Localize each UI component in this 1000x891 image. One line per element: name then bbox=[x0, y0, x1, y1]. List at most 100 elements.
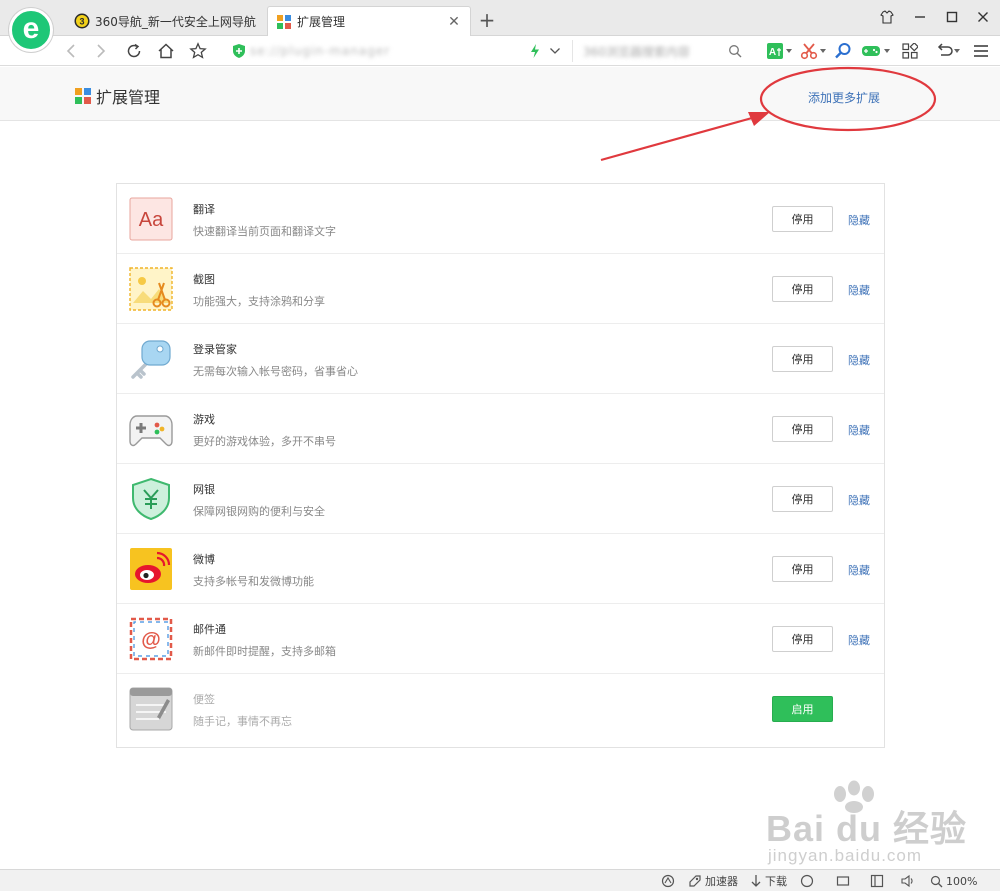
volume-icon[interactable] bbox=[900, 873, 919, 889]
extension-row-weibo: 微博 支持多帐号和发微博功能 停用 隐藏 bbox=[117, 534, 884, 604]
disable-button[interactable]: 停用 bbox=[772, 556, 833, 582]
translate-tool-icon[interactable]: A bbox=[764, 41, 786, 61]
key-icon bbox=[131, 340, 171, 379]
hide-link[interactable]: 隐藏 bbox=[848, 562, 870, 578]
browser-logo-letter: e bbox=[22, 11, 40, 45]
hide-link[interactable]: 隐藏 bbox=[848, 492, 870, 508]
hide-link[interactable]: 隐藏 bbox=[848, 632, 870, 648]
annotation-arrow-line bbox=[600, 116, 753, 162]
url-text: se://plugin-manager bbox=[250, 44, 391, 58]
back-icon[interactable] bbox=[59, 39, 83, 63]
hide-link[interactable]: 隐藏 bbox=[848, 352, 870, 368]
search-box[interactable]: 360浏览器搜索内容 bbox=[572, 40, 748, 62]
enable-button[interactable]: 启用 bbox=[772, 696, 833, 722]
gamepad-tool-icon[interactable] bbox=[860, 41, 882, 61]
extension-name: 游戏 bbox=[193, 413, 215, 426]
minimize-icon[interactable] bbox=[905, 4, 935, 30]
watermark-main-text: Bai du 经验 bbox=[766, 808, 968, 849]
menu-icon[interactable] bbox=[970, 41, 992, 61]
extension-name: 微博 bbox=[193, 553, 215, 566]
extensions-grid-icon[interactable] bbox=[899, 41, 921, 61]
disable-button[interactable]: 停用 bbox=[772, 626, 833, 652]
search-text: 360浏览器搜索内容 bbox=[583, 44, 690, 59]
tab-extension-manager[interactable]: 扩展管理 ✕ bbox=[267, 6, 471, 36]
extension-name: 邮件通 bbox=[193, 623, 226, 636]
address-bar[interactable]: se://plugin-manager bbox=[224, 40, 564, 62]
extension-row-screenshot: 截图 功能强大，支持涂鸦和分享 停用 隐藏 bbox=[117, 254, 884, 324]
paw-logo-icon bbox=[834, 780, 874, 813]
svg-text:3: 3 bbox=[79, 17, 84, 27]
chevron-down-icon[interactable] bbox=[784, 41, 794, 61]
tab-bar: 3 360导航_新一代安全上网导航 扩展管理 ✕ + bbox=[0, 0, 1000, 36]
extension-name: 截图 bbox=[193, 273, 215, 286]
download-button[interactable]: 下载 bbox=[750, 873, 787, 889]
360-nav-favicon-icon: 3 bbox=[74, 13, 90, 29]
ie-mode-icon[interactable] bbox=[800, 873, 817, 889]
camera-icon[interactable] bbox=[836, 873, 853, 889]
forward-icon[interactable] bbox=[89, 39, 113, 63]
window-layout-icon[interactable] bbox=[870, 873, 887, 889]
extension-row-online-banking: 网银 保障网银网购的便利与安全 停用 隐藏 bbox=[117, 464, 884, 534]
scissors-screenshot-icon[interactable] bbox=[798, 41, 820, 61]
zoom-control[interactable]: 100% bbox=[930, 873, 977, 889]
chevron-down-icon[interactable] bbox=[882, 41, 892, 61]
extension-row-sticky-note: 便签 随手记，事情不再忘 启用 bbox=[117, 674, 884, 744]
disable-button[interactable]: 停用 bbox=[772, 276, 833, 302]
refresh-icon[interactable] bbox=[122, 39, 146, 63]
extension-row-game: 游戏 更好的游戏体验，多开不串号 停用 隐藏 bbox=[117, 394, 884, 464]
extension-row-login-manager: 登录管家 无需每次输入帐号密码，省事省心 停用 隐藏 bbox=[117, 324, 884, 394]
lightning-accelerate-icon[interactable] bbox=[524, 41, 546, 61]
chevron-down-icon[interactable] bbox=[952, 41, 962, 61]
tab-title: 扩展管理 bbox=[297, 15, 346, 29]
chevron-down-icon[interactable] bbox=[818, 41, 828, 61]
home-icon[interactable] bbox=[154, 39, 178, 63]
extension-description: 新邮件即时提醒，支持多邮箱 bbox=[193, 645, 336, 658]
tab-close-icon[interactable]: ✕ bbox=[446, 14, 462, 30]
chevron-down-icon[interactable] bbox=[544, 41, 566, 61]
hide-link[interactable]: 隐藏 bbox=[848, 422, 870, 438]
hide-link[interactable]: 隐藏 bbox=[848, 212, 870, 228]
tab-title: 360导航_新一代安全上网导航 bbox=[95, 14, 256, 29]
close-window-icon[interactable] bbox=[968, 4, 998, 30]
page-title-group: 扩展管理 bbox=[74, 84, 160, 108]
zoom-search-icon bbox=[930, 875, 943, 887]
page-header: 扩展管理 添加更多扩展 bbox=[0, 67, 1000, 121]
hide-link[interactable]: 隐藏 bbox=[848, 282, 870, 298]
disable-button[interactable]: 停用 bbox=[772, 346, 833, 372]
zoom-level: 100% bbox=[946, 874, 978, 888]
extensions-favicon-icon bbox=[277, 14, 291, 29]
download-label: 下载 bbox=[765, 875, 787, 888]
extension-name: 便签 bbox=[193, 693, 215, 706]
extension-description: 功能强大，支持涂鸦和分享 bbox=[193, 295, 325, 308]
disable-button[interactable]: 停用 bbox=[772, 416, 833, 442]
extension-name: 登录管家 bbox=[193, 343, 237, 356]
notepad-icon bbox=[129, 687, 173, 731]
extension-name: 网银 bbox=[193, 483, 215, 496]
browser-logo[interactable]: e bbox=[9, 8, 53, 52]
skin-icon[interactable] bbox=[872, 4, 902, 30]
svg-text:A: A bbox=[769, 47, 776, 58]
accelerator-button[interactable]: 加速器 bbox=[688, 873, 738, 889]
add-more-extensions-link[interactable]: 添加更多扩展 bbox=[808, 89, 880, 106]
disable-button[interactable]: 停用 bbox=[772, 206, 833, 232]
status-bar: 加速器 下载 100% bbox=[0, 869, 1000, 891]
svg-text:@: @ bbox=[141, 629, 161, 651]
extension-description: 快速翻译当前页面和翻译文字 bbox=[193, 225, 336, 238]
disable-button[interactable]: 停用 bbox=[772, 486, 833, 512]
weibo-icon bbox=[130, 548, 172, 590]
watermark-sub-text: jingyan.baidu.com bbox=[768, 846, 923, 865]
favorite-star-icon[interactable] bbox=[186, 39, 210, 63]
baidu-jingyan-watermark: Bai du 经验 jingyan.baidu.com bbox=[762, 780, 982, 870]
extension-description: 保障网银网购的便利与安全 bbox=[193, 505, 325, 518]
new-tab-button[interactable]: + bbox=[477, 8, 497, 32]
extension-description: 随手记，事情不再忘 bbox=[193, 715, 292, 728]
extensions-logo-icon bbox=[75, 88, 91, 104]
search-icon[interactable] bbox=[728, 44, 742, 58]
tab-360-nav[interactable]: 3 360导航_新一代安全上网导航 bbox=[66, 6, 266, 36]
extension-row-translate: Aa 翻译 快速翻译当前页面和翻译文字 停用 隐藏 bbox=[117, 184, 884, 254]
accelerator-label: 加速器 bbox=[705, 875, 738, 888]
magnifier-tool-icon[interactable] bbox=[832, 41, 854, 61]
mail-icon: @ bbox=[129, 617, 173, 661]
network-status-icon[interactable] bbox=[661, 873, 678, 889]
maximize-icon[interactable] bbox=[937, 4, 967, 30]
